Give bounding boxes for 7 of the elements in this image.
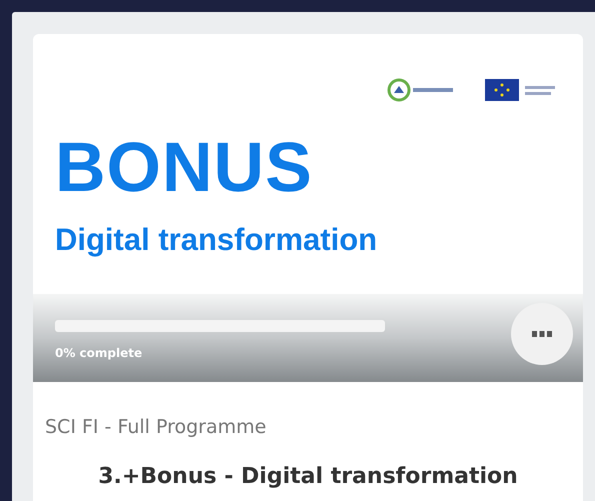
course-category: SCI FI - Full Programme (44, 415, 268, 438)
course-title[interactable]: 3.+Bonus - Digital transformation (33, 438, 583, 489)
course-card[interactable]: BONUS Digital transformation 0% complete SCI FI - Full Programme 3.+Bonus - Digital transformation (33, 34, 583, 501)
more-icon (532, 331, 552, 337)
banner-subheading: Digital transformation (55, 222, 378, 258)
progress-text: 0% complete (55, 346, 144, 360)
banner-heading: BONUS (55, 132, 314, 202)
